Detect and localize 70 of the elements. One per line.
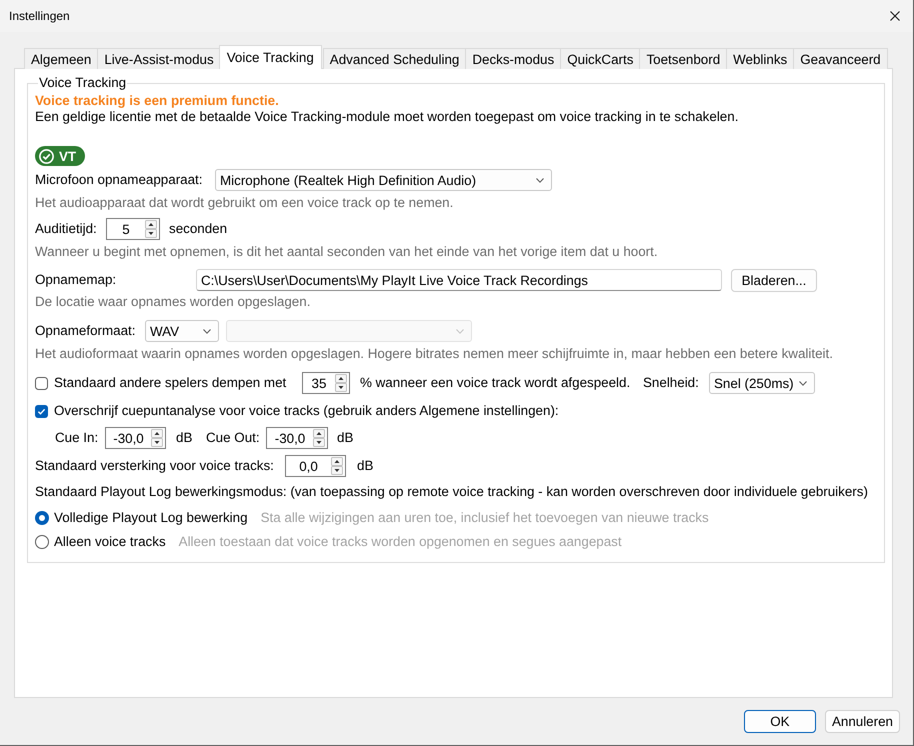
field-label: Snelheid: (643, 375, 700, 391)
window-title: Instellingen (9, 9, 70, 23)
tab[interactable]: Algemeen (24, 48, 98, 69)
spin-field[interactable]: 0,0 (285, 455, 346, 477)
cancel-button[interactable]: Annuleren (824, 710, 900, 733)
folder-path-field[interactable]: C:\Users\User\Documents\My PlayIt Live Voice Track Recordings (196, 269, 722, 291)
premium-notice: Voice tracking is een premium functie. (35, 93, 280, 109)
microphone-dropdown[interactable]: Microphone (Realtek High Definition Audio) (215, 169, 552, 191)
caret-icon (536, 178, 544, 182)
radio-label: Volledige Playout Log bewerking (54, 510, 248, 526)
option-description: Alleen toestaan dat voice tracks worden opgenomen en segues aangepast (178, 534, 622, 550)
spin-up-icon[interactable] (335, 374, 347, 383)
badge-label: VT (59, 148, 76, 164)
field-label: % wanneer een voice track wordt afgespeeld. (360, 375, 632, 391)
field-label: Auditietijd: (35, 221, 98, 237)
caret-icon (456, 328, 464, 334)
speed-dropdown[interactable]: Snel (250ms) (709, 372, 815, 394)
tab[interactable]: Voice Tracking (218, 45, 322, 69)
radio-label: Alleen voice tracks (54, 534, 166, 550)
unit-label: seconden (169, 221, 228, 237)
ok-button[interactable]: OK (744, 710, 816, 733)
browse-button[interactable]: Bladeren... (731, 268, 817, 292)
checkbox-label: Standaard andere spelers dempen met (54, 375, 288, 391)
spin-up-icon[interactable] (145, 220, 157, 229)
spin-down-icon[interactable] (331, 466, 343, 475)
radio-button[interactable] (35, 535, 49, 549)
group-title: Voice Tracking (38, 75, 128, 91)
unit-label: dB (176, 430, 194, 446)
license-text: Een geldige licentie met de betaalde Voice Tracking-module moet worden toegepast om voice tracking in te schakelen. (35, 109, 740, 125)
spin-up-icon[interactable] (151, 429, 163, 438)
checkbox[interactable] (35, 404, 48, 418)
close-icon[interactable] (890, 11, 900, 21)
field-label: Standaard versterking voor voice tracks: (35, 458, 275, 474)
unit-label: dB (357, 458, 374, 474)
spin-up-icon[interactable] (331, 457, 343, 466)
unit-label: dB (337, 430, 354, 446)
tab[interactable]: Geavanceerd (793, 48, 888, 69)
tab[interactable]: Live-Assist-modus (97, 48, 221, 69)
tab[interactable]: Advanced Scheduling (322, 48, 466, 69)
field-label: Opnameformaat: (35, 323, 136, 339)
field-label: Microfoon opnameapparaat: (35, 172, 204, 188)
checkbox-label: Overschrijf cuepuntanalyse voor voice tracks (gebruik anders Algemene instellingen): (54, 403, 559, 419)
spin-down-icon[interactable] (335, 383, 347, 392)
field-label: Cue Out: (206, 430, 261, 446)
tab[interactable]: Toetsenbord (639, 48, 728, 69)
tab[interactable]: QuickCarts (560, 48, 640, 69)
spin-field[interactable]: -30,0 (266, 427, 328, 449)
hint-text: Wanneer u begint met opnemen, is dit het aantal seconden van het einde van het vorige item dat u hoort. (35, 244, 659, 260)
section-label: Standaard Playout Log bewerkingsmodus: (van toepassing op remote voice tracking - kan worden overschreven door individuele gebruikers) (35, 484, 869, 500)
hint-text: Het audioapparaat dat wordt gebruikt om een voice track op te nemen. (35, 195, 454, 211)
spin-down-icon[interactable] (313, 438, 325, 447)
option-description: Sta alle wijzigingen aan uren toe, inclusief het toevoegen van nieuwe tracks (260, 510, 709, 526)
check-circle-icon (39, 148, 54, 164)
caret-icon (203, 328, 211, 334)
caret-icon (799, 380, 807, 386)
hint-text: De locatie waar opnames worden opgeslagen. (35, 294, 312, 310)
radio-button[interactable] (35, 511, 49, 525)
spin-field[interactable]: -30,0 (105, 427, 166, 449)
spin-down-icon[interactable] (145, 229, 157, 238)
format-dropdown[interactable]: WAV (145, 320, 219, 342)
checkbox[interactable] (35, 376, 48, 390)
spin-down-icon[interactable] (151, 438, 163, 447)
spin-field[interactable]: 35 (302, 372, 350, 394)
spin-up-icon[interactable] (313, 429, 325, 438)
spin-field[interactable]: 5 (106, 218, 160, 240)
field-label: Cue In: (55, 430, 100, 446)
tab[interactable]: Weblinks (726, 48, 794, 69)
field-label: Opnamemap: (35, 272, 118, 288)
tab[interactable]: Decks-modus (465, 48, 562, 69)
hint-text: Het audioformaat waarin opnames worden opgeslagen. Hogere bitrates nemen meer schijfruimte in, maar hebben een betere kwaliteit. (35, 346, 834, 362)
